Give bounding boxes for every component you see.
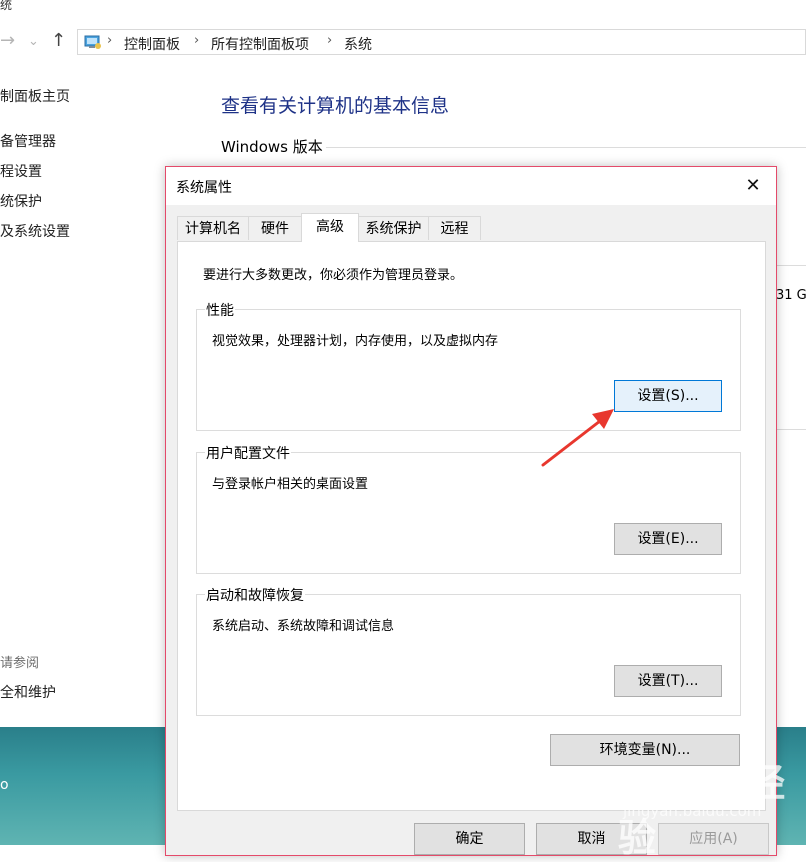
section-heading: Windows 版本 bbox=[221, 138, 323, 156]
breadcrumb-separator-icon: › bbox=[107, 33, 113, 48]
tab-system-protection[interactable]: 系统保护 bbox=[358, 216, 429, 240]
sidebar-home-link[interactable]: 制面板主页 bbox=[0, 86, 70, 106]
breadcrumb-control-panel[interactable]: 控制面板 bbox=[124, 34, 180, 54]
performance-settings-button[interactable]: 设置(S)... bbox=[614, 380, 722, 412]
section-divider bbox=[326, 147, 806, 148]
startup-recovery-settings-button[interactable]: 设置(T)... bbox=[614, 665, 722, 697]
tab-label: 系统保护 bbox=[365, 221, 422, 237]
sidebar-device-manager-link[interactable]: 备管理器 bbox=[0, 131, 56, 151]
admin-notice: 要进行大多数更改，你必须作为管理员登录。 bbox=[203, 268, 464, 283]
forward-arrow-icon[interactable]: → bbox=[0, 30, 15, 51]
tab-hardware[interactable]: 硬件 bbox=[248, 216, 302, 240]
tab-label: 远程 bbox=[440, 221, 469, 237]
system-properties-dialog: 系统属性 ✕ 计算机名 硬件 高级 系统保护 远程 要进行大多数更改，你必须作为… bbox=[165, 166, 777, 856]
memory-value-fragment: 31 G bbox=[776, 288, 806, 303]
sidebar-remote-settings-link[interactable]: 程设置 bbox=[0, 161, 42, 181]
breadcrumb-system[interactable]: 系统 bbox=[344, 34, 372, 54]
tab-label: 高级 bbox=[316, 219, 344, 235]
window-title-fragment: 统 bbox=[0, 0, 13, 12]
chevron-down-icon[interactable]: ⌄ bbox=[28, 34, 39, 49]
address-bar[interactable]: › 控制面板 › 所有控制面板项 › 系统 bbox=[77, 29, 806, 55]
ok-button[interactable]: 确定 bbox=[414, 823, 525, 855]
breadcrumb-separator-icon: › bbox=[327, 33, 333, 48]
user-profiles-settings-button[interactable]: 设置(E)... bbox=[614, 523, 722, 555]
group-description: 与登录帐户相关的桌面设置 bbox=[212, 477, 369, 492]
dialog-title: 系统属性 bbox=[176, 180, 232, 196]
group-description: 系统启动、系统故障和调试信息 bbox=[212, 619, 395, 634]
control-panel-icon bbox=[84, 35, 101, 49]
sidebar-advanced-settings-link[interactable]: 及系统设置 bbox=[0, 221, 70, 241]
dialog-titlebar[interactable]: 系统属性 ✕ bbox=[166, 167, 776, 205]
tab-label: 硬件 bbox=[261, 221, 289, 237]
tab-panel-advanced: 要进行大多数更改，你必须作为管理员登录。 性能 视觉效果，处理器计划，内存使用，… bbox=[177, 241, 766, 811]
performance-group: 性能 视觉效果，处理器计划，内存使用，以及虚拟内存 设置(S)... bbox=[196, 300, 741, 431]
section-divider bbox=[775, 265, 806, 266]
tab-label: 计算机名 bbox=[185, 221, 241, 237]
sidebar-system-protection-link[interactable]: 统保护 bbox=[0, 191, 42, 211]
group-label: 性能 bbox=[205, 300, 235, 320]
group-description: 视觉效果，处理器计划，内存使用，以及虚拟内存 bbox=[212, 334, 499, 349]
up-arrow-icon[interactable]: ↑ bbox=[51, 30, 66, 51]
section-divider bbox=[775, 429, 806, 430]
close-icon[interactable]: ✕ bbox=[730, 167, 776, 205]
cancel-button[interactable]: 取消 bbox=[536, 823, 647, 855]
tab-remote[interactable]: 远程 bbox=[428, 216, 481, 240]
page-title: 查看有关计算机的基本信息 bbox=[221, 95, 450, 117]
environment-variables-button[interactable]: 环境变量(N)... bbox=[550, 734, 740, 766]
breadcrumb-all-items[interactable]: 所有控制面板项 bbox=[211, 34, 309, 54]
user-profiles-group: 用户配置文件 与登录帐户相关的桌面设置 设置(E)... bbox=[196, 443, 741, 574]
group-label: 启动和故障恢复 bbox=[205, 585, 305, 605]
desktop-text-fragment: o bbox=[0, 777, 9, 793]
breadcrumb-separator-icon: › bbox=[194, 33, 200, 48]
tab-advanced[interactable]: 高级 bbox=[301, 213, 359, 242]
sidebar-see-also: 请参阅 bbox=[0, 656, 40, 671]
group-label: 用户配置文件 bbox=[205, 443, 291, 463]
apply-button[interactable]: 应用(A) bbox=[658, 823, 769, 855]
tab-computer-name[interactable]: 计算机名 bbox=[177, 216, 249, 240]
startup-recovery-group: 启动和故障恢复 系统启动、系统故障和调试信息 设置(T)... bbox=[196, 585, 741, 716]
sidebar-security-link[interactable]: 全和维护 bbox=[0, 682, 56, 702]
